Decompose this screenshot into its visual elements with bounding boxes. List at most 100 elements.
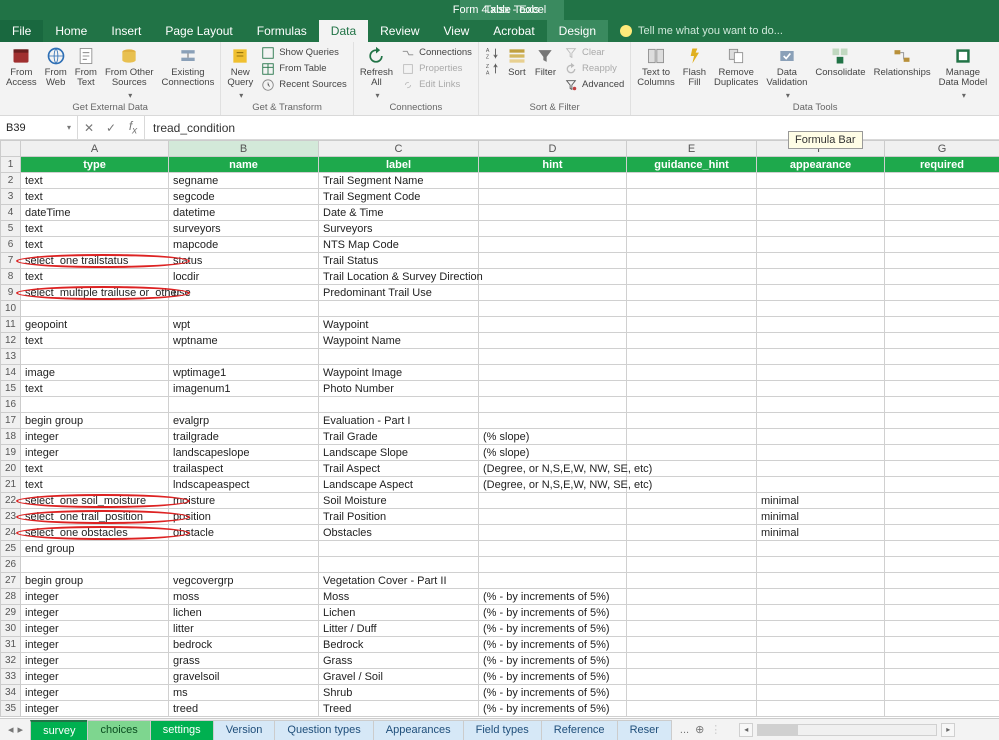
cell[interactable]: lndscapeaspect [169, 477, 319, 493]
cell[interactable] [757, 397, 885, 413]
cancel-formula-button[interactable]: ✕ [78, 121, 100, 135]
row-header[interactable]: 27 [1, 573, 21, 589]
cell[interactable] [885, 621, 999, 637]
cell[interactable] [21, 301, 169, 317]
cell[interactable]: (% - by increments of 5%) [479, 589, 627, 605]
cell[interactable]: Waypoint Name [319, 333, 479, 349]
cell[interactable]: bedrock [169, 637, 319, 653]
cell[interactable]: end group [21, 541, 169, 557]
cell[interactable] [627, 509, 757, 525]
row-header[interactable]: 6 [1, 237, 21, 253]
cell[interactable]: trailgrade [169, 429, 319, 445]
cell[interactable] [627, 285, 757, 301]
cell[interactable] [479, 269, 627, 285]
cell[interactable] [885, 349, 999, 365]
cell[interactable] [757, 573, 885, 589]
cell[interactable] [885, 285, 999, 301]
cell[interactable] [757, 685, 885, 701]
cell[interactable] [479, 221, 627, 237]
cell[interactable]: wpt [169, 317, 319, 333]
cell[interactable]: gravelsoil [169, 669, 319, 685]
cell[interactable] [479, 349, 627, 365]
cell[interactable]: (% - by increments of 5%) [479, 605, 627, 621]
cell[interactable] [757, 285, 885, 301]
cell[interactable]: (% - by increments of 5%) [479, 701, 627, 717]
cell[interactable] [319, 397, 479, 413]
cell[interactable] [479, 173, 627, 189]
cell[interactable]: Evaluation - Part I [319, 413, 479, 429]
advanced-filter-button[interactable]: Advanced [564, 78, 624, 92]
cell[interactable] [479, 397, 627, 413]
cell[interactable]: segcode [169, 189, 319, 205]
cell[interactable]: minimal [757, 509, 885, 525]
cell[interactable]: Shrub [319, 685, 479, 701]
row-header[interactable]: 31 [1, 637, 21, 653]
sort-za-button[interactable]: ZA [485, 62, 499, 76]
tab-page-layout[interactable]: Page Layout [153, 20, 244, 42]
cell[interactable] [319, 557, 479, 573]
cell[interactable] [885, 637, 999, 653]
cell[interactable] [757, 317, 885, 333]
cell[interactable]: text [21, 269, 169, 285]
cell[interactable] [885, 253, 999, 269]
cell[interactable] [319, 349, 479, 365]
cell[interactable] [627, 205, 757, 221]
filter-button[interactable]: Filter [535, 46, 556, 78]
properties-button[interactable]: Properties [401, 62, 472, 76]
more-sheets-button[interactable]: ... [680, 724, 689, 736]
sheet-tab-choices[interactable]: choices [87, 720, 150, 740]
row-header[interactable]: 1 [1, 157, 21, 173]
row-header[interactable]: 3 [1, 189, 21, 205]
row-header[interactable]: 14 [1, 365, 21, 381]
table-header-cell[interactable]: type [21, 157, 169, 173]
cell[interactable] [885, 685, 999, 701]
cell[interactable]: Trail Aspect [319, 461, 479, 477]
cell[interactable]: obstacle [169, 525, 319, 541]
cell[interactable] [319, 541, 479, 557]
cell[interactable] [757, 461, 885, 477]
cell[interactable] [479, 205, 627, 221]
cell[interactable] [885, 397, 999, 413]
manage-data-model-button[interactable]: ManageData Model [939, 46, 988, 100]
cell[interactable] [627, 269, 757, 285]
show-queries-button[interactable]: Show Queries [261, 46, 347, 60]
cell[interactable] [757, 413, 885, 429]
cell[interactable]: image [21, 365, 169, 381]
cell[interactable]: locdir [169, 269, 319, 285]
data-validation-button[interactable]: DataValidation [766, 46, 807, 100]
cell[interactable]: Trail Position [319, 509, 479, 525]
cell[interactable]: Waypoint Image [319, 365, 479, 381]
cell[interactable]: integer [21, 685, 169, 701]
sheet-tab-reference[interactable]: Reference [541, 720, 618, 740]
column-header-G[interactable]: G [885, 141, 999, 157]
cell[interactable]: text [21, 189, 169, 205]
row-header[interactable]: 2 [1, 173, 21, 189]
row-header[interactable]: 11 [1, 317, 21, 333]
column-header-C[interactable]: C [319, 141, 479, 157]
cell[interactable] [479, 317, 627, 333]
row-header[interactable]: 22 [1, 493, 21, 509]
cell[interactable]: treed [169, 701, 319, 717]
cell[interactable]: minimal [757, 525, 885, 541]
column-header-A[interactable]: A [21, 141, 169, 157]
cell[interactable] [627, 221, 757, 237]
cell[interactable]: integer [21, 637, 169, 653]
from-other-sources-button[interactable]: From OtherSources [105, 46, 154, 100]
cell[interactable]: Waypoint [319, 317, 479, 333]
cell[interactable] [885, 237, 999, 253]
row-header[interactable]: 23 [1, 509, 21, 525]
cell[interactable] [757, 445, 885, 461]
cell[interactable]: minimal [757, 493, 885, 509]
insert-function-button[interactable]: fx [122, 119, 144, 136]
new-sheet-button[interactable]: ⊕ [695, 723, 704, 736]
cell[interactable]: integer [21, 653, 169, 669]
cell[interactable]: integer [21, 669, 169, 685]
cell[interactable] [757, 349, 885, 365]
horizontal-scrollbar[interactable]: ◂ ▸ [729, 723, 999, 737]
tab-file[interactable]: File [0, 20, 43, 42]
tab-review[interactable]: Review [368, 20, 431, 42]
cell[interactable] [885, 701, 999, 717]
cell[interactable]: (% - by increments of 5%) [479, 637, 627, 653]
cell[interactable] [885, 557, 999, 573]
edit-links-button[interactable]: Edit Links [401, 78, 472, 92]
